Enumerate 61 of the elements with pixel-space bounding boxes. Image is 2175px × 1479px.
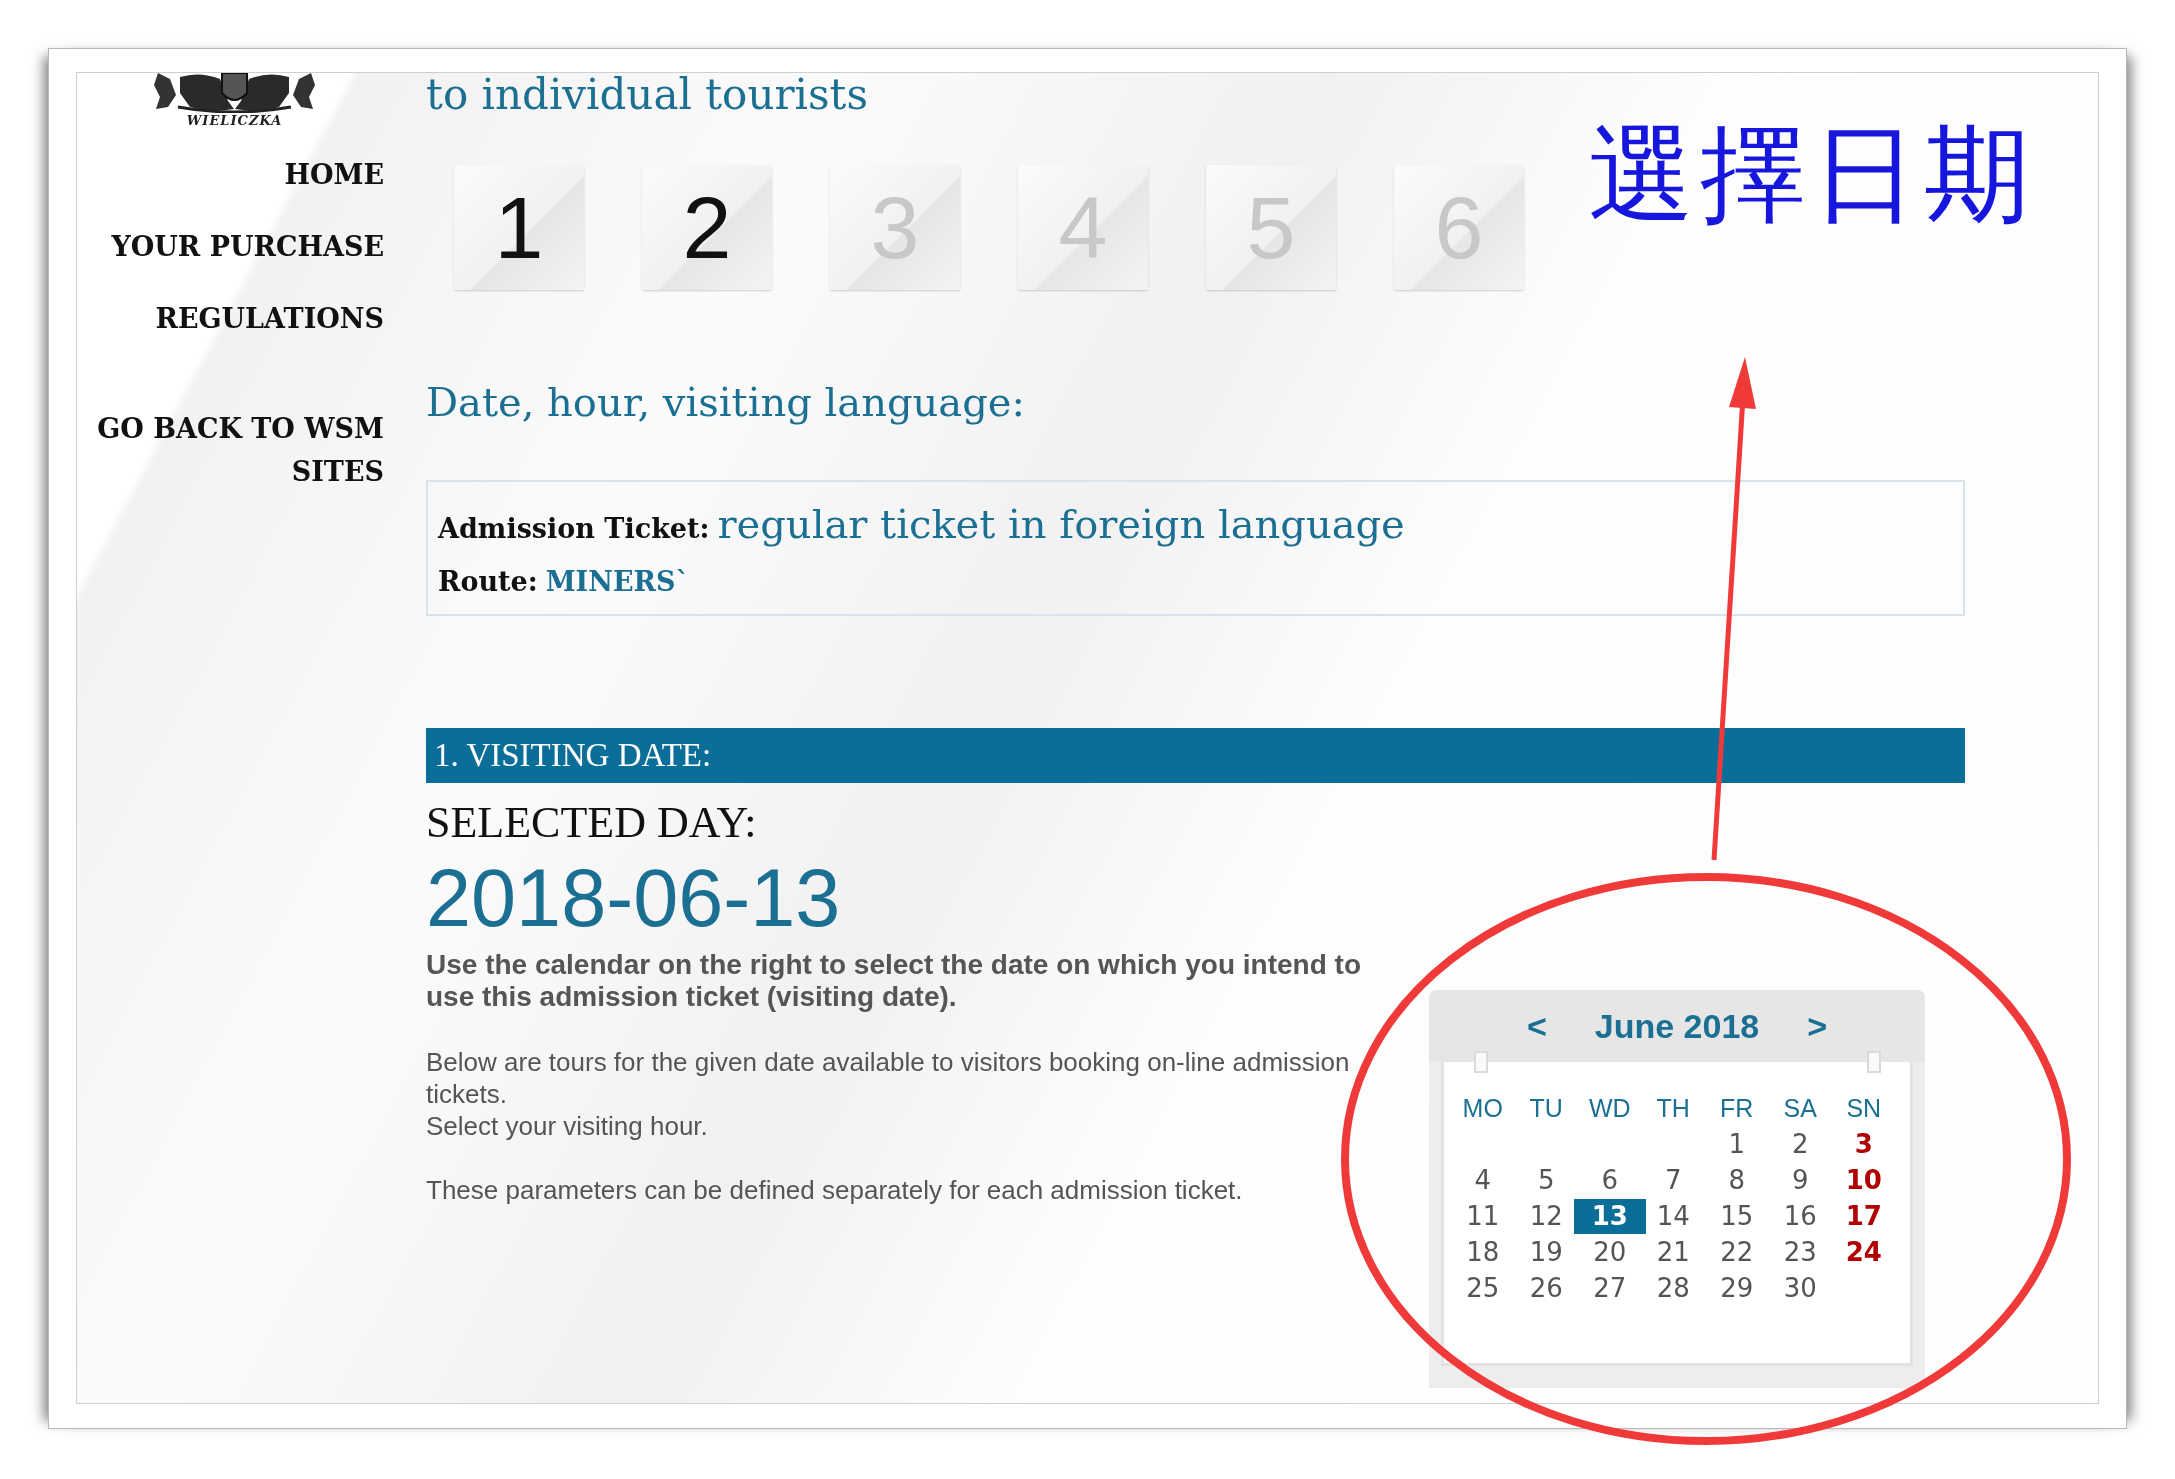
handwritten-note: 選擇日期: [1588, 112, 2036, 238]
calendar-day[interactable]: 14: [1656, 1198, 1690, 1234]
month-title: June 2018: [1594, 1006, 1760, 1046]
calendar-day[interactable]: 27: [1593, 1270, 1627, 1306]
nav-link[interactable]: GO BACK TO WSM SITES: [84, 407, 384, 493]
logo-text: WIELICZKA: [186, 113, 283, 129]
calendar-day[interactable]: 22: [1720, 1234, 1754, 1270]
calendar-day[interactable]: 26: [1529, 1270, 1563, 1306]
weekday-header: TH: [1656, 1093, 1690, 1124]
weekday-header: WD: [1588, 1093, 1631, 1124]
page-heading: to individual tourists: [426, 73, 868, 117]
calendar-day[interactable]: 19: [1529, 1234, 1563, 1270]
calendar-day[interactable]: 24: [1845, 1234, 1882, 1270]
weekday-header: SN: [1846, 1093, 1882, 1124]
section-title: Date, hour, visiting language:: [426, 378, 1025, 427]
calendar-day[interactable]: 25: [1466, 1270, 1500, 1306]
route-label: Route:: [438, 565, 538, 599]
ticket-type-value: regular ticket in foreign language: [717, 501, 1405, 547]
info-text: Below are tours for the given date available to visitors booking on-line admission tickets.: [426, 1046, 1351, 1110]
nav-link[interactable]: YOUR PURCHASE: [111, 227, 384, 267]
previous-month-button[interactable]: <: [1526, 1006, 1547, 1046]
step-number-tile: 1: [454, 165, 584, 290]
weekday-header: SA: [1783, 1093, 1817, 1124]
calendar-day[interactable]: 7: [1664, 1162, 1682, 1198]
calendar-day[interactable]: 8: [1728, 1162, 1745, 1198]
calendar-day[interactable]: 4: [1474, 1162, 1491, 1198]
calendar-day[interactable]: 10: [1845, 1162, 1882, 1198]
calendar-day[interactable]: 18: [1466, 1234, 1500, 1270]
calendar-day[interactable]: 20: [1593, 1234, 1627, 1270]
calendar-day[interactable]: 13: [1573, 1198, 1646, 1234]
instruction-text: Use the calendar on the right to select the date on which you intend to use this admission ticket (visiting date).: [426, 949, 1362, 1013]
selected-date: 2018-06-13: [426, 856, 842, 940]
info-text: These parameters can be defined separately for each admission ticket.: [426, 1174, 1244, 1206]
step-number-tile: 2: [642, 165, 772, 290]
calendar-day[interactable]: 28: [1656, 1270, 1690, 1306]
calendar-day[interactable]: 30: [1783, 1270, 1817, 1306]
calendar-day[interactable]: 17: [1845, 1198, 1882, 1234]
next-month-button[interactable]: >: [1807, 1006, 1828, 1046]
calendar-day[interactable]: 11: [1466, 1198, 1500, 1234]
weekday-header: TU: [1529, 1093, 1563, 1124]
calendar-day[interactable]: 1: [1728, 1126, 1745, 1162]
calendar-day[interactable]: 2: [1791, 1126, 1809, 1162]
calendar-day[interactable]: 12: [1529, 1198, 1563, 1234]
calendar-day[interactable]: 5: [1537, 1162, 1555, 1198]
calendar-day[interactable]: 16: [1783, 1198, 1817, 1234]
nav-link[interactable]: HOME: [284, 155, 384, 195]
calendar-day[interactable]: 15: [1720, 1198, 1754, 1234]
calendar-day[interactable]: 23: [1783, 1234, 1817, 1270]
route-value: MINERS`: [545, 565, 689, 599]
calendar-day[interactable]: 3: [1854, 1126, 1873, 1162]
weekday-header: MO: [1462, 1093, 1503, 1124]
nav-link[interactable]: REGULATIONS: [155, 299, 384, 339]
section-title-bar: 1. VISITING DATE:: [426, 728, 1965, 783]
calendar-day[interactable]: 29: [1720, 1270, 1754, 1306]
calendar-day[interactable]: 9: [1791, 1162, 1809, 1198]
selected-day-label: SELECTED DAY:: [426, 797, 758, 849]
calendar-day[interactable]: 21: [1656, 1234, 1690, 1270]
ticket-label: Admission Ticket:: [438, 512, 710, 546]
weekday-header: FR: [1720, 1093, 1754, 1124]
calendar-day[interactable]: 6: [1601, 1162, 1618, 1198]
info-text: Select your visiting hour.: [426, 1110, 709, 1142]
